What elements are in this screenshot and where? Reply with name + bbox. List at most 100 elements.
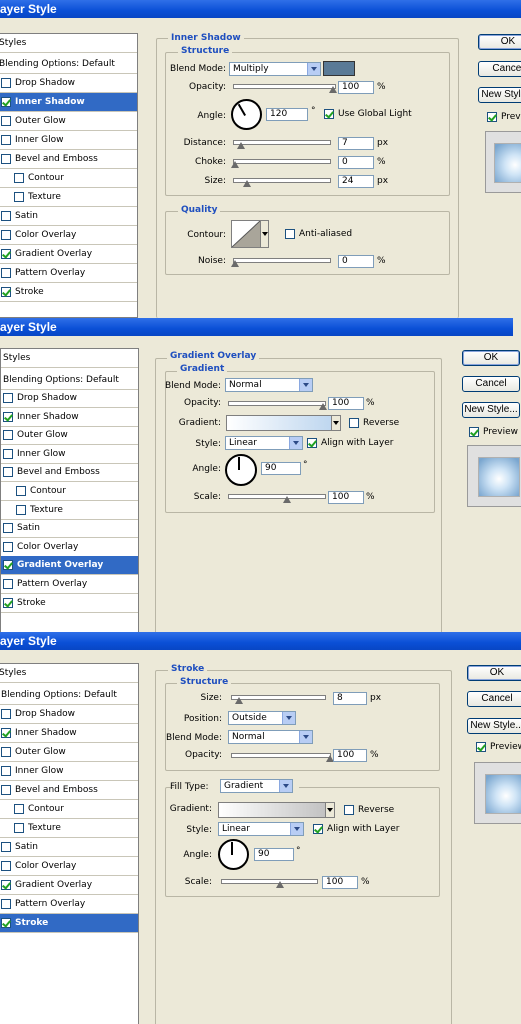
- style-item-inner-shadow[interactable]: Inner Shadow: [1, 408, 138, 427]
- styles-header[interactable]: Styles: [1, 349, 138, 368]
- slider-thumb-icon[interactable]: [231, 161, 239, 169]
- noise-slider[interactable]: [231, 258, 331, 267]
- angle-dial[interactable]: [218, 839, 249, 870]
- checkbox-icon[interactable]: [1, 78, 11, 88]
- slider-thumb-icon[interactable]: [231, 260, 239, 268]
- style-item-texture[interactable]: Texture: [0, 188, 137, 207]
- slider-thumb-icon[interactable]: [243, 180, 251, 188]
- cancel-button[interactable]: Cancel: [462, 376, 520, 392]
- opacity-input[interactable]: 100: [333, 749, 367, 762]
- slider-thumb-icon[interactable]: [237, 142, 245, 150]
- ok-button[interactable]: OK: [467, 665, 521, 681]
- checkbox-icon[interactable]: [285, 229, 295, 239]
- style-item-inner-shadow[interactable]: Inner Shadow: [0, 93, 137, 112]
- style-item-stroke[interactable]: Stroke: [0, 914, 138, 933]
- distance-slider[interactable]: [233, 140, 331, 149]
- ok-button[interactable]: OK: [478, 34, 521, 50]
- style-item-inner-glow[interactable]: Inner Glow: [1, 445, 138, 464]
- size-slider[interactable]: [233, 178, 331, 187]
- angle-input[interactable]: 90: [254, 848, 294, 861]
- checkbox-icon[interactable]: [1, 287, 11, 297]
- checkbox-icon[interactable]: [1, 785, 11, 795]
- style-item-pattern-overlay[interactable]: Pattern Overlay: [1, 575, 138, 594]
- position-select[interactable]: Outside: [228, 711, 296, 725]
- opacity-input[interactable]: 100: [328, 397, 364, 410]
- ok-button[interactable]: OK: [462, 350, 520, 366]
- style-item-gradient-overlay[interactable]: Gradient Overlay: [0, 245, 137, 264]
- checkbox-icon[interactable]: [487, 112, 497, 122]
- size-input[interactable]: 8: [333, 692, 367, 705]
- style-item-satin[interactable]: Satin: [0, 207, 137, 226]
- gradient-picker[interactable]: [218, 802, 335, 818]
- checkbox-icon[interactable]: [313, 824, 323, 834]
- angle-dial[interactable]: [225, 454, 257, 486]
- style-item-texture[interactable]: Texture: [0, 819, 138, 838]
- blend-mode-select[interactable]: Normal: [228, 730, 313, 744]
- opacity-slider[interactable]: [233, 84, 337, 93]
- checkbox-icon[interactable]: [476, 742, 486, 752]
- choke-slider[interactable]: [231, 159, 331, 168]
- align-with-layer-checkbox[interactable]: Align with Layer: [313, 824, 399, 834]
- style-item-color-overlay[interactable]: Color Overlay: [1, 538, 138, 557]
- checkbox-icon[interactable]: [1, 268, 11, 278]
- checkbox-icon[interactable]: [3, 579, 13, 589]
- style-item-pattern-overlay[interactable]: Pattern Overlay: [0, 264, 137, 283]
- cancel-button[interactable]: Cancel: [467, 691, 521, 707]
- checkbox-icon[interactable]: [344, 805, 354, 815]
- style-item-inner-glow[interactable]: Inner Glow: [0, 131, 137, 150]
- blend-mode-select[interactable]: Normal: [225, 378, 313, 392]
- scale-input[interactable]: 100: [322, 876, 358, 889]
- checkbox-icon[interactable]: [3, 393, 13, 403]
- checkbox-icon[interactable]: [1, 709, 11, 719]
- style-item-texture[interactable]: Texture: [1, 501, 138, 520]
- use-global-light-checkbox[interactable]: Use Global Light: [324, 109, 412, 119]
- chevron-down-icon[interactable]: [260, 221, 268, 247]
- slider-thumb-icon[interactable]: [329, 86, 337, 94]
- noise-input[interactable]: 0: [338, 255, 374, 268]
- style-item-gradient-overlay[interactable]: Gradient Overlay: [1, 556, 138, 576]
- style-item-drop-shadow[interactable]: Drop Shadow: [0, 705, 138, 724]
- checkbox-icon[interactable]: [3, 430, 13, 441]
- style-item-bevel-and-emboss[interactable]: Bevel and Emboss: [0, 781, 138, 800]
- checkbox-icon[interactable]: [349, 418, 359, 428]
- angle-input[interactable]: 120: [266, 108, 308, 121]
- new-style-button[interactable]: New Style...: [478, 87, 521, 103]
- checkbox-icon[interactable]: [1, 135, 11, 145]
- styles-header[interactable]: Styles: [0, 664, 138, 683]
- checkbox-icon[interactable]: [3, 523, 13, 534]
- style-item-drop-shadow[interactable]: Drop Shadow: [1, 389, 138, 408]
- style-select[interactable]: Linear: [225, 436, 303, 450]
- checkbox-icon[interactable]: [1, 230, 11, 240]
- style-item-bevel-and-emboss[interactable]: Bevel and Emboss: [0, 150, 137, 169]
- opacity-slider[interactable]: [228, 401, 327, 410]
- scale-input[interactable]: 100: [328, 491, 364, 504]
- slider-thumb-icon[interactable]: [276, 881, 284, 889]
- style-item-color-overlay[interactable]: Color Overlay: [0, 226, 137, 245]
- preview-checkbox[interactable]: Preview: [469, 427, 518, 437]
- style-item-contour[interactable]: Contour: [0, 169, 137, 188]
- style-select[interactable]: Linear: [218, 822, 304, 836]
- style-item-gradient-overlay[interactable]: Gradient Overlay: [0, 876, 138, 895]
- style-item-outer-glow[interactable]: Outer Glow: [0, 743, 138, 762]
- checkbox-icon[interactable]: [14, 823, 24, 833]
- contour-picker[interactable]: [231, 220, 269, 248]
- checkbox-icon[interactable]: [1, 899, 11, 909]
- opacity-input[interactable]: 100: [338, 81, 374, 94]
- style-item-pattern-overlay[interactable]: Pattern Overlay: [0, 895, 138, 914]
- style-item-bevel-and-emboss[interactable]: Bevel and Emboss: [1, 463, 138, 483]
- slider-thumb-icon[interactable]: [235, 697, 243, 705]
- new-style-button[interactable]: New Style...: [467, 718, 521, 734]
- align-with-layer-checkbox[interactable]: Align with Layer: [307, 438, 393, 448]
- checkbox-icon[interactable]: [469, 427, 479, 437]
- checkbox-icon[interactable]: [3, 411, 13, 422]
- distance-input[interactable]: 7: [338, 137, 374, 150]
- checkbox-icon[interactable]: [1, 154, 11, 164]
- style-item-inner-shadow[interactable]: Inner Shadow: [0, 724, 138, 743]
- checkbox-icon[interactable]: [307, 438, 317, 448]
- chevron-down-icon[interactable]: [331, 416, 340, 430]
- size-input[interactable]: 24: [338, 175, 374, 188]
- checkbox-icon[interactable]: [1, 728, 11, 738]
- style-item-outer-glow[interactable]: Outer Glow: [1, 426, 138, 446]
- scale-slider[interactable]: [221, 879, 318, 888]
- style-item-satin[interactable]: Satin: [1, 519, 138, 539]
